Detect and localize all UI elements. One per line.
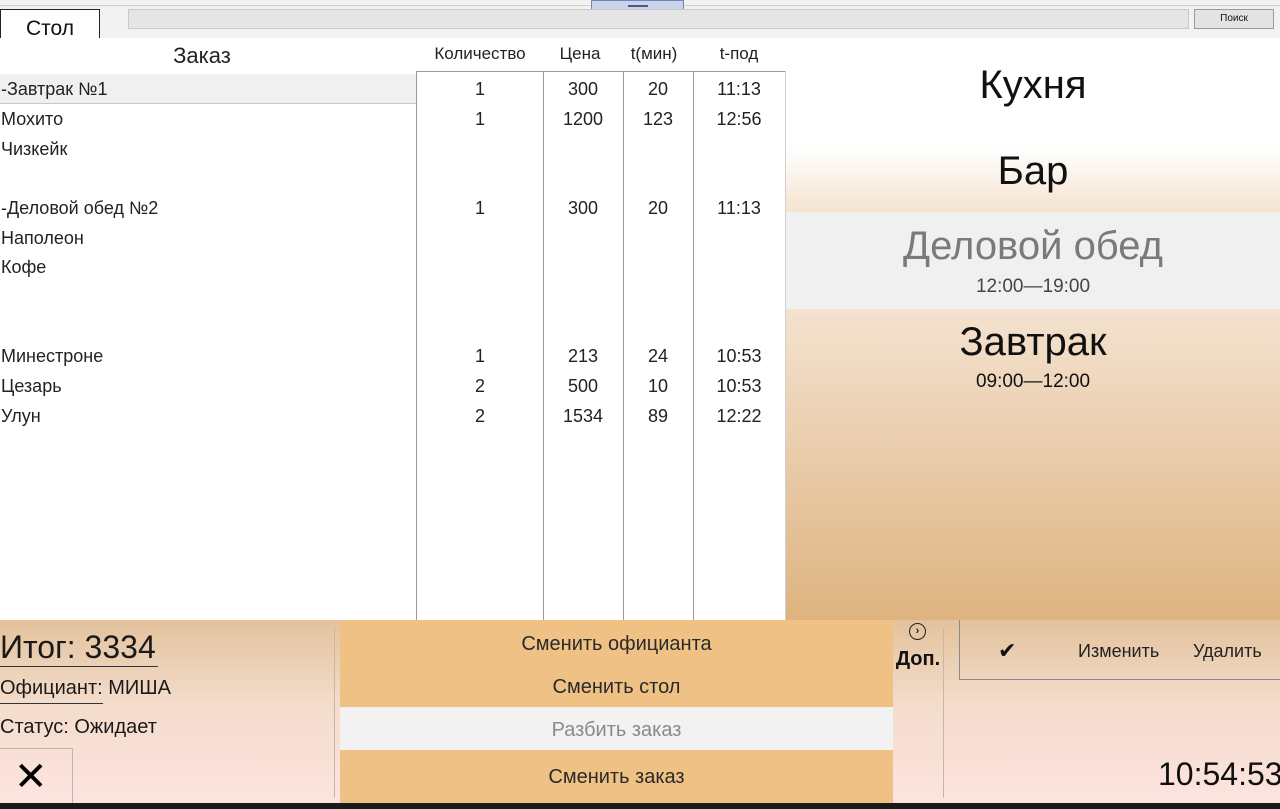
item-name: Улун xyxy=(1,406,41,426)
order-row[interactable]: -Деловой обед №2 1 300 20 11:13 xyxy=(0,193,786,223)
change-order-button[interactable]: Сменить заказ xyxy=(340,750,893,803)
item-price: 213 xyxy=(567,346,599,366)
bottom-panel: Итог: 3334 Официант: МИША Статус: Ожидае… xyxy=(0,620,1280,803)
item-name: Чизкейк xyxy=(1,139,68,159)
item-quantity: 1 xyxy=(474,346,485,366)
category-business-lunch-hours: 12:00—19:00 xyxy=(975,276,1091,297)
checkmark-icon[interactable]: ✔ xyxy=(998,638,1016,664)
item-quantity: 2 xyxy=(474,376,485,396)
item-name: Мохито xyxy=(1,109,64,129)
search-input[interactable] xyxy=(128,9,1189,29)
column-header-order: Заказ xyxy=(173,43,231,68)
order-row[interactable]: Минестроне 1 213 24 10:53 xyxy=(0,341,786,371)
category-breakfast-hours: 09:00—12:00 xyxy=(975,371,1091,392)
item-time: 24 xyxy=(647,346,669,366)
close-icon: ✕ xyxy=(14,755,48,799)
order-row[interactable]: Улун 2 1534 89 12:22 xyxy=(0,401,786,431)
delete-button[interactable]: Удалить xyxy=(1193,641,1262,662)
item-actions-bar: ✔ Изменить Удалить xyxy=(959,620,1280,680)
item-serve-time: 11:13 xyxy=(717,198,761,218)
change-table-button[interactable]: Сменить стол xyxy=(340,664,893,707)
top-bar: Поиск xyxy=(0,0,1280,38)
category-bar[interactable]: Бар xyxy=(786,149,1280,194)
order-row[interactable]: Кофе xyxy=(0,252,786,282)
category-kitchen[interactable]: Кухня xyxy=(786,63,1280,108)
split-order-button[interactable]: Разбить заказ xyxy=(340,707,893,750)
close-button[interactable]: ✕ xyxy=(0,748,73,803)
column-header-time: t(мин) xyxy=(630,44,678,63)
divider xyxy=(334,628,335,798)
item-time: 123 xyxy=(642,109,674,129)
order-total: Итог: 3334 xyxy=(0,629,158,667)
item-name: -Деловой обед №2 xyxy=(1,198,159,218)
item-price: 1200 xyxy=(562,109,604,129)
edit-button[interactable]: Изменить xyxy=(1078,641,1159,662)
item-name: Цезарь xyxy=(1,376,62,396)
item-quantity: 1 xyxy=(474,79,485,99)
order-row[interactable]: Мохито 1 1200 123 12:56 xyxy=(0,104,786,134)
order-grid: Заказ Количество Цена t(мин) t-под -Завт… xyxy=(0,38,786,620)
item-time: 89 xyxy=(647,406,669,426)
item-price: 300 xyxy=(567,79,599,99)
column-header-price: Цена xyxy=(559,44,601,63)
more-options-button[interactable]: › Доп. xyxy=(893,620,943,680)
status-label: Статус: xyxy=(0,716,69,738)
column-header-quantity: Количество xyxy=(434,44,526,63)
item-name: Наполеон xyxy=(1,228,84,248)
status-value: Ожидает xyxy=(74,716,157,738)
item-name: -Завтрак №1 xyxy=(1,79,108,99)
item-serve-time: 10:53 xyxy=(716,346,762,366)
grip-icon xyxy=(628,5,648,7)
category-business-lunch[interactable]: Деловой обед 12:00—19:00 xyxy=(786,212,1280,309)
waiter-info: Официант: МИША xyxy=(0,677,171,704)
search-button[interactable]: Поиск xyxy=(1194,9,1274,29)
order-row[interactable]: Наполеон xyxy=(0,223,786,253)
more-options-label: Доп. xyxy=(895,648,941,670)
item-serve-time: 11:13 xyxy=(717,79,761,99)
item-quantity: 1 xyxy=(474,109,485,129)
item-quantity: 1 xyxy=(474,198,485,218)
item-name: Минестроне xyxy=(1,346,104,366)
item-serve-time: 12:56 xyxy=(716,109,762,129)
change-waiter-button[interactable]: Сменить официанта xyxy=(340,620,893,664)
item-time: 20 xyxy=(647,198,669,218)
waiter-name: МИША xyxy=(108,677,171,699)
order-row[interactable]: -Завтрак №1 1 300 20 11:13 xyxy=(0,74,786,104)
item-time: 20 xyxy=(647,79,669,99)
order-row[interactable]: Чизкейк xyxy=(0,134,786,164)
item-price: 500 xyxy=(567,376,599,396)
screen-bottom-edge xyxy=(0,803,1280,809)
item-serve-time: 10:53 xyxy=(716,376,762,396)
clock: 10:54:53 xyxy=(1158,756,1280,792)
header-divider xyxy=(416,71,786,72)
chevron-right-icon: › xyxy=(909,623,926,640)
item-time: 10 xyxy=(647,376,669,396)
menu-categories-panel: Кухня Бар Деловой обед 12:00—19:00 Завтр… xyxy=(786,38,1280,620)
category-business-lunch-label: Деловой обед xyxy=(903,224,1163,268)
item-name: Кофе xyxy=(1,257,47,277)
column-header-serve-time: t-под xyxy=(719,44,759,63)
waiter-label: Официант: xyxy=(0,677,103,704)
order-row[interactable]: Цезарь 2 500 10 10:53 xyxy=(0,371,786,401)
item-quantity: 2 xyxy=(474,406,485,426)
item-price: 300 xyxy=(567,198,599,218)
order-status: Статус: Ожидает xyxy=(0,716,157,739)
item-price: 1534 xyxy=(562,406,604,426)
item-serve-time: 12:22 xyxy=(716,406,762,426)
category-breakfast[interactable]: Завтрак xyxy=(786,320,1280,365)
divider xyxy=(943,628,944,798)
